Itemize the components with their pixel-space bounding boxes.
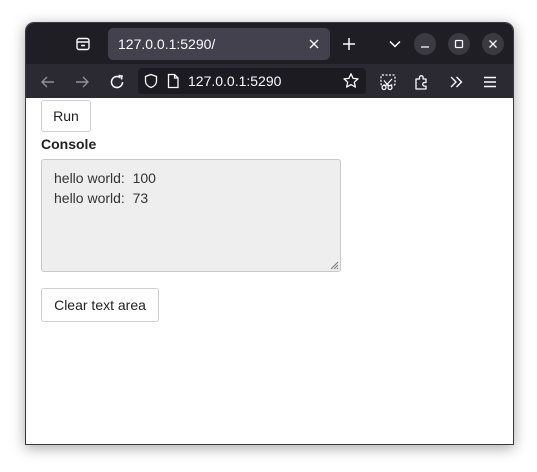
tab-close-button[interactable] — [306, 36, 322, 52]
maximize-icon — [454, 39, 464, 49]
minimize-icon — [421, 46, 429, 48]
tab-list-button[interactable] — [70, 33, 96, 55]
reload-icon — [110, 74, 124, 89]
app-menu-button[interactable] — [478, 70, 502, 94]
resize-grip-icon[interactable] — [329, 260, 339, 270]
tab-list-icon — [76, 37, 90, 51]
page-content: Run Console hello world: 100 hello world… — [26, 98, 513, 444]
arrow-left-icon — [41, 76, 54, 88]
bookmark-button[interactable] — [342, 72, 360, 90]
list-all-tabs-button[interactable] — [385, 34, 405, 54]
double-chevron-icon — [450, 76, 463, 88]
console-line: hello world: 73 — [54, 190, 149, 206]
minimize-button[interactable] — [414, 33, 436, 55]
close-icon — [309, 39, 319, 49]
chevron-down-icon — [389, 40, 401, 48]
tab-strip: 127.0.0.1:5290/ — [26, 23, 513, 64]
hamburger-icon — [484, 76, 496, 88]
console-label: Console — [41, 136, 97, 152]
scissors-icon — [380, 74, 396, 91]
run-button[interactable]: Run — [41, 100, 91, 132]
shield-icon — [144, 73, 158, 89]
navigation-toolbar: 127.0.0.1:5290 — [26, 64, 513, 98]
console-textarea[interactable]: hello world: 100 hello world: 73 — [41, 159, 341, 272]
more-tools-button[interactable] — [444, 70, 468, 94]
page-icon — [167, 73, 179, 89]
star-icon — [343, 73, 359, 88]
close-window-button[interactable] — [482, 33, 504, 55]
plus-icon — [343, 38, 355, 50]
new-tab-button[interactable] — [338, 33, 360, 55]
reload-button[interactable] — [105, 70, 129, 94]
maximize-button[interactable] — [448, 33, 470, 55]
arrow-right-icon — [76, 76, 89, 88]
tab-active[interactable]: 127.0.0.1:5290/ — [108, 28, 330, 60]
url-text: 127.0.0.1:5290 — [188, 73, 282, 89]
browser-window: 127.0.0.1:5290/ 127.0.0.1:5290 Run Conso… — [25, 22, 514, 445]
close-icon — [489, 40, 497, 48]
tab-title: 127.0.0.1:5290/ — [118, 36, 216, 52]
forward-button[interactable] — [70, 70, 94, 94]
clear-text-area-button[interactable]: Clear text area — [41, 288, 159, 322]
puzzle-icon — [415, 75, 427, 90]
url-bar[interactable]: 127.0.0.1:5290 — [138, 68, 366, 94]
back-button[interactable] — [36, 70, 60, 94]
extensions-button[interactable] — [410, 70, 434, 94]
screenshot-button[interactable] — [376, 70, 400, 94]
console-line: hello world: 100 — [54, 170, 156, 186]
